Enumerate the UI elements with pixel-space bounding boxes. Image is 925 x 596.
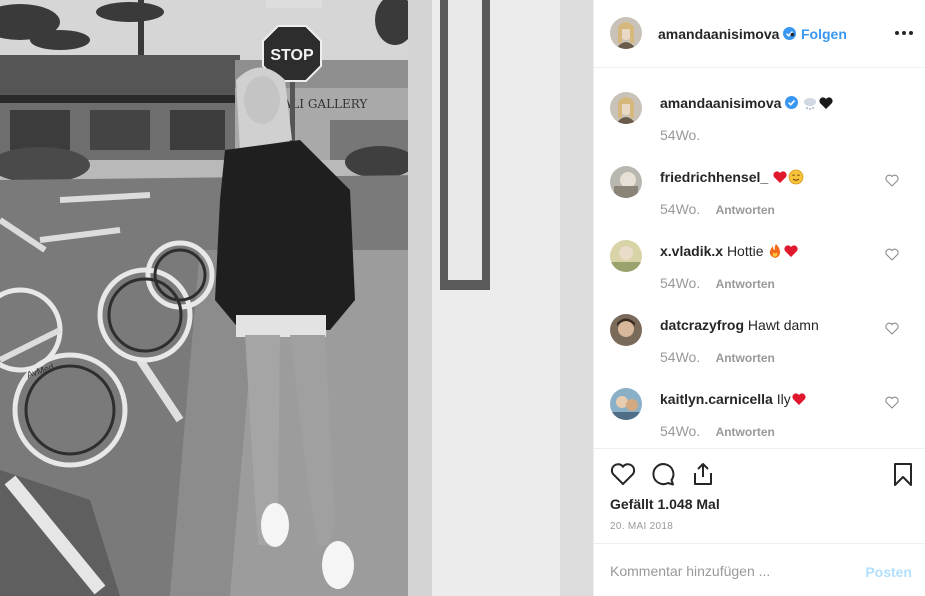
red-heart-emoji [784,245,799,257]
comment-item: kaitlyn.carnicella Ily 54Wo. Antworten [594,365,925,439]
bookmark-icon[interactable] [890,461,916,487]
comment-meta: 54Wo. Antworten [660,349,775,365]
comment-username[interactable]: kaitlyn.carnicella [660,391,773,407]
comment-text: friedrichhensel_ [660,169,804,185]
comment-body: Hawt damn [747,317,819,333]
comment-text: x.vladik.x Hottie [660,243,799,259]
comment-time[interactable]: 54Wo. [660,423,700,439]
comments-list: amandaanisimova 54Wo. friedrichhensel_ 5… [594,69,925,447]
reply-button[interactable]: Antworten [716,203,775,217]
author-avatar[interactable] [610,17,642,49]
comment-body: Ily [776,391,791,407]
comment-time[interactable]: 54Wo. [660,275,700,291]
commenter-avatar[interactable] [610,166,642,198]
comment-username[interactable]: datcrazyfrog [660,317,744,333]
caption-time[interactable]: 54Wo. [660,127,700,143]
smiling-face-emoji [788,169,804,185]
comment-input[interactable] [610,560,850,582]
comment-body: Hottie [726,243,764,259]
commenter-avatar[interactable] [610,388,642,420]
caption-text: amandaanisimova [660,95,834,111]
comment-username[interactable]: friedrichhensel_ [660,169,768,185]
comment-text: kaitlyn.carnicella Ily [660,391,807,407]
comment-item: x.vladik.x Hottie 54Wo. Antworten [594,217,925,291]
post-actions: Gefällt 1.048 Mal 20. MAI 2018 [594,448,925,542]
heart-icon[interactable] [610,461,636,487]
stop-sign-text: STOP [270,47,314,64]
add-comment-bar: Posten [594,543,925,596]
red-heart-emoji [792,393,806,405]
share-icon[interactable] [690,461,716,487]
reply-button[interactable]: Antworten [716,425,775,439]
reply-button[interactable]: Antworten [716,277,775,291]
commenter-avatar[interactable] [610,314,642,346]
comment-item: friedrichhensel_ 54Wo. Antworten [594,143,925,217]
caption-username[interactable]: amandaanisimova [660,95,781,111]
snow-cloud-emoji [804,98,817,110]
comment-like-heart-icon[interactable] [885,174,899,187]
comment-item: datcrazyfrog Hawt damn 54Wo. Antworten [594,291,925,365]
comment-text: datcrazyfrog Hawt damn [660,317,819,333]
caption-meta: 54Wo. [660,127,700,143]
red-heart-emoji [773,171,787,183]
comment-meta: 54Wo. Antworten [660,275,775,291]
black-heart-emoji [819,97,833,109]
post-header: amandaanisimova • Folgen [594,0,925,68]
author-username-text[interactable]: amandaanisimova [658,26,779,42]
comment-time[interactable]: 54Wo. [660,349,700,365]
comment-like-heart-icon[interactable] [885,248,899,261]
post-date[interactable]: 20. MAI 2018 [610,521,673,532]
post-photo[interactable]: ALI GALLERY STOP AvMed [0,0,593,596]
author-username[interactable]: amandaanisimova [658,26,797,42]
comment-meta: 54Wo. Antworten [660,423,775,439]
comment-like-heart-icon[interactable] [885,322,899,335]
post-detail-panel: amandaanisimova • Folgen amandaanisimova… [593,0,925,596]
comment-username[interactable]: x.vladik.x [660,243,723,259]
comment-meta: 54Wo. Antworten [660,201,775,217]
caption: amandaanisimova 54Wo. [594,69,925,143]
comment-like-heart-icon[interactable] [885,396,899,409]
comment-icon[interactable] [650,461,676,487]
comment-time[interactable]: 54Wo. [660,201,700,217]
follow-button[interactable]: Folgen [801,26,847,42]
post-comment-button[interactable]: Posten [865,564,912,580]
fire-emoji [770,244,781,258]
reply-button[interactable]: Antworten [716,351,775,365]
likes-count[interactable]: Gefällt 1.048 Mal [610,496,720,512]
verified-badge-icon [785,96,799,109]
header-separator: • [790,26,795,42]
more-options-icon[interactable] [894,24,914,42]
caption-avatar[interactable] [610,92,642,124]
post-photo-scene: ALI GALLERY STOP AvMed [0,0,593,596]
commenter-avatar[interactable] [610,240,642,272]
